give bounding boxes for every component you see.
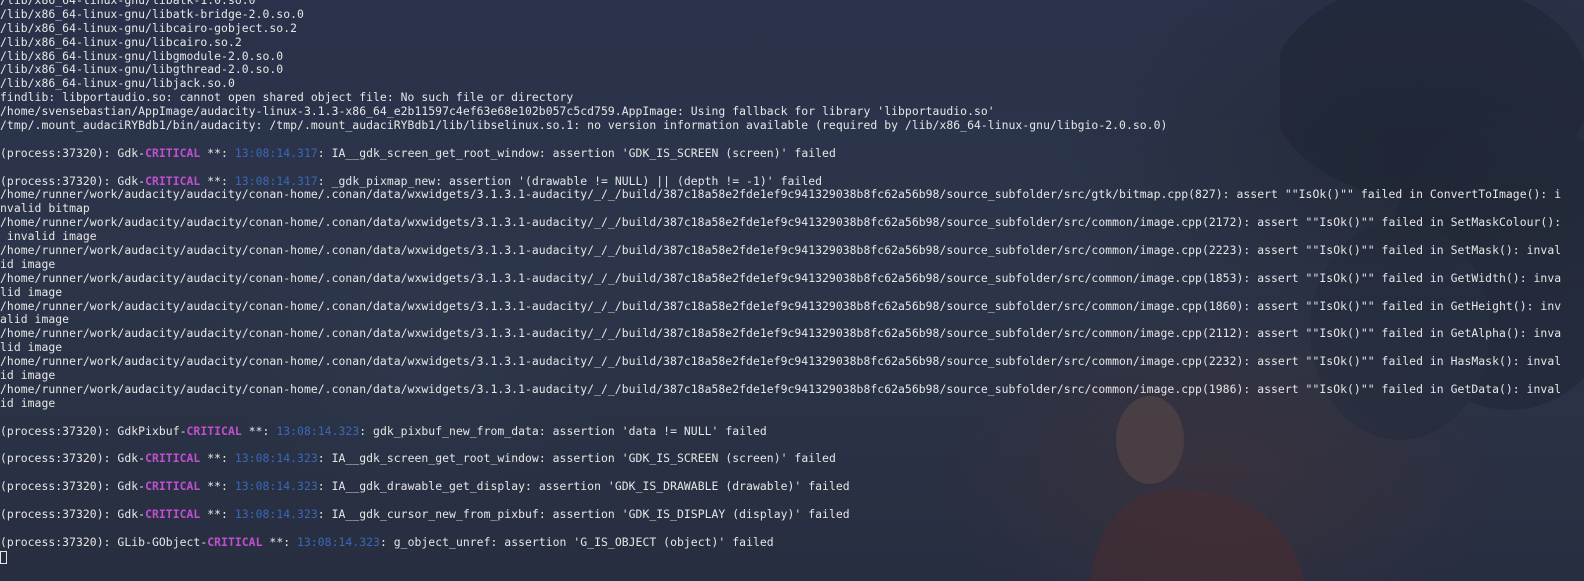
terminal-line: /home/runner/work/audacity/audacity/cona… — [0, 188, 1562, 202]
terminal-line: findlib: libportaudio.so: cannot open sh… — [0, 91, 574, 105]
terminal-line: /home/runner/work/audacity/audacity/cona… — [0, 382, 1562, 396]
log-message: : _gdk_pixmap_new: assertion '(drawable … — [317, 174, 823, 188]
terminal-critical-line: (process:37320): Gdk-CRITICAL **: 13:08:… — [0, 508, 1584, 522]
log-source: (process:37320): Gdk- — [0, 146, 146, 160]
terminal-line: /home/runner/work/audacity/audacity/cona… — [0, 355, 1562, 369]
terminal-line: /lib/x86_64-linux-gnu/libgmodule-2.0.so.… — [0, 49, 284, 63]
terminal-line: /home/runner/work/audacity/audacity/cona… — [0, 216, 1562, 230]
log-source: (process:37320): GLib-GObject- — [0, 535, 208, 549]
terminal-line: /lib/x86_64-linux-gnu/libatk-1.0.so.0 — [0, 0, 256, 7]
terminal-line: id image — [0, 257, 56, 271]
terminal-critical-line: (process:37320): Gdk-CRITICAL **: 13:08:… — [0, 147, 1584, 161]
critical-label: CRITICAL — [145, 507, 201, 521]
terminal-critical-line: (process:37320): Gdk-CRITICAL **: 13:08:… — [0, 175, 1584, 189]
terminal-output: /lib/x86_64-linux-gnu/libatk-1.0.so.0/li… — [0, 0, 1584, 564]
terminal-line: /lib/x86_64-linux-gnu/libcairo.so.2 — [0, 35, 242, 49]
terminal-line: /lib/x86_64-linux-gnu/libcairo-gobject.s… — [0, 21, 298, 35]
log-separator: **: — [200, 452, 235, 466]
terminal-prompt-line — [0, 550, 1584, 564]
terminal-line: invalid image — [0, 230, 97, 244]
log-timestamp: 13:08:14.323 — [234, 480, 318, 494]
terminal-line: alid image — [0, 313, 70, 327]
log-separator: **: — [200, 480, 235, 494]
log-separator: **: — [200, 507, 235, 521]
critical-label: CRITICAL — [145, 146, 201, 160]
log-source: (process:37320): Gdk- — [0, 507, 146, 521]
terminal-line: id image — [0, 396, 56, 410]
log-message: : IA__gdk_screen_get_root_window: assert… — [317, 146, 836, 160]
log-separator: **: — [241, 424, 277, 438]
terminal-line: lid image — [0, 285, 63, 299]
log-timestamp: 13:08:14.323 — [297, 535, 380, 549]
terminal-line: /home/runner/work/audacity/audacity/cona… — [0, 271, 1562, 285]
critical-label: CRITICAL — [145, 480, 201, 494]
log-separator: **: — [200, 146, 235, 160]
log-message: : gdk_pixbuf_new_from_data: assertion 'd… — [359, 424, 767, 438]
critical-label: CRITICAL — [186, 424, 242, 438]
log-timestamp: 13:08:14.317 — [234, 146, 318, 160]
log-timestamp: 13:08:14.317 — [234, 174, 318, 188]
log-source: (process:37320): Gdk- — [0, 452, 146, 466]
critical-label: CRITICAL — [145, 174, 201, 188]
terminal-line: id image — [0, 369, 56, 383]
log-source: (process:37320): Gdk- — [0, 480, 146, 494]
critical-label: CRITICAL — [207, 535, 263, 549]
terminal-cursor[interactable] — [0, 550, 7, 564]
log-message: : IA__gdk_screen_get_root_window: assert… — [317, 452, 836, 466]
log-message: : IA__gdk_drawable_get_display: assertio… — [317, 480, 850, 494]
terminal-line: /home/svensebastian/AppImage/audacity-li… — [0, 105, 995, 119]
log-source: (process:37320): Gdk- — [0, 174, 146, 188]
terminal-line: nvalid bitmap — [0, 202, 90, 216]
terminal-line: /home/runner/work/audacity/audacity/cona… — [0, 244, 1562, 258]
log-timestamp: 13:08:14.323 — [276, 424, 360, 438]
terminal-critical-line: (process:37320): Gdk-CRITICAL **: 13:08:… — [0, 480, 1584, 494]
terminal-critical-line: (process:37320): Gdk-CRITICAL **: 13:08:… — [0, 452, 1584, 466]
terminal-line: /lib/x86_64-linux-gnu/libatk-bridge-2.0.… — [0, 7, 304, 21]
log-source: (process:37320): GdkPixbuf- — [0, 424, 187, 438]
terminal-window[interactable]: /lib/x86_64-linux-gnu/libatk-1.0.so.0/li… — [0, 0, 1584, 581]
log-message: : IA__gdk_cursor_new_from_pixbuf: assert… — [317, 507, 850, 521]
log-separator: **: — [262, 535, 298, 549]
log-message: : g_object_unref: assertion 'G_IS_OBJECT… — [379, 535, 774, 549]
terminal-line: lid image — [0, 341, 63, 355]
terminal-line: /home/runner/work/audacity/audacity/cona… — [0, 299, 1562, 313]
terminal-critical-line: (process:37320): GLib-GObject-CRITICAL *… — [0, 536, 1584, 550]
critical-label: CRITICAL — [145, 452, 201, 466]
terminal-line: /lib/x86_64-linux-gnu/libjack.so.0 — [0, 77, 235, 91]
log-timestamp: 13:08:14.323 — [234, 507, 318, 521]
log-separator: **: — [200, 174, 235, 188]
terminal-critical-line: (process:37320): GdkPixbuf-CRITICAL **: … — [0, 425, 1584, 439]
log-timestamp: 13:08:14.323 — [234, 452, 318, 466]
terminal-line: /lib/x86_64-linux-gnu/libgthread-2.0.so.… — [0, 63, 284, 77]
terminal-line: /home/runner/work/audacity/audacity/cona… — [0, 327, 1562, 341]
terminal-line: /tmp/.mount_audaciRYBdb1/bin/audacity: /… — [0, 119, 1168, 133]
